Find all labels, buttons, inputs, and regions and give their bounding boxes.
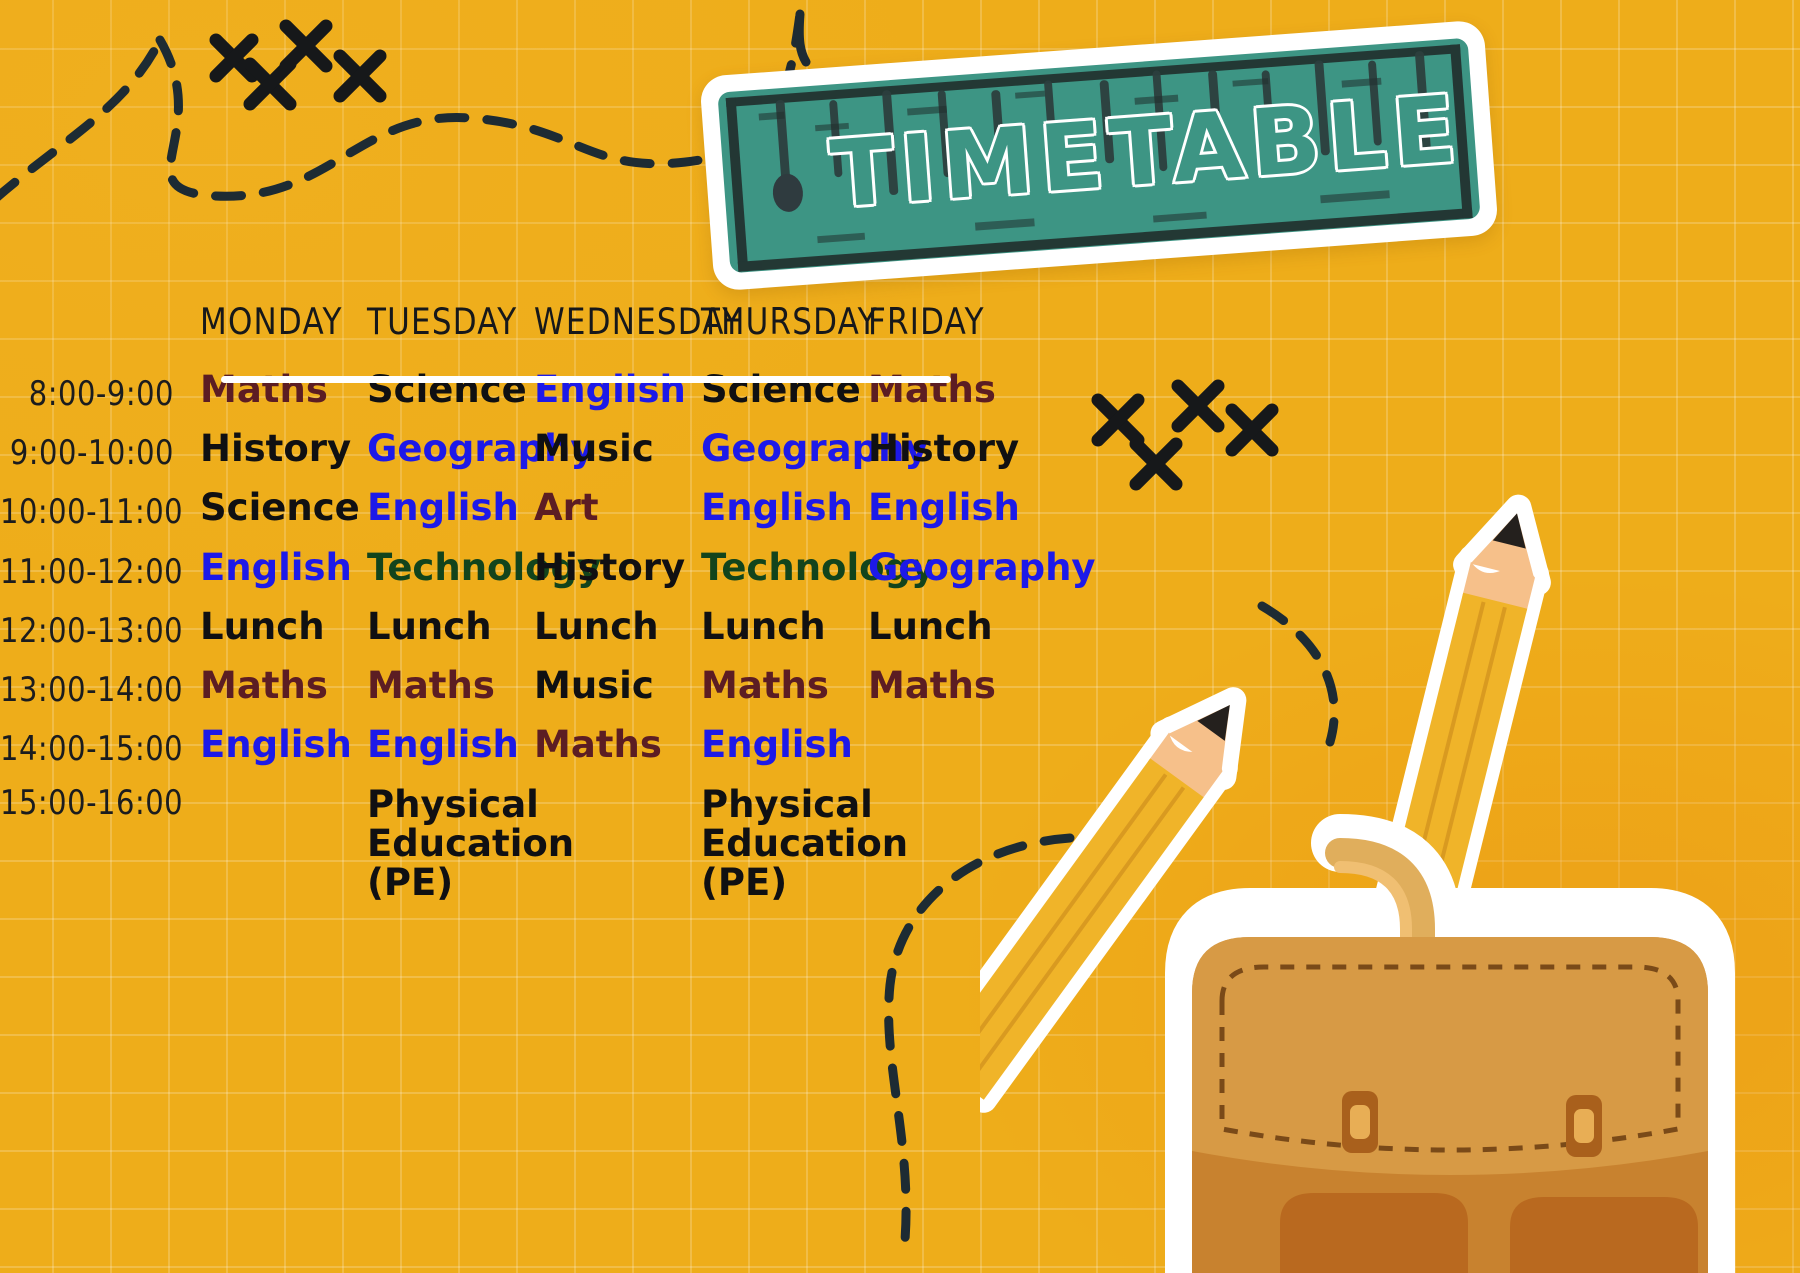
subject-cell-wednesday: English xyxy=(534,368,686,411)
subject-cell-wednesday: Music xyxy=(534,664,654,708)
subject-cell-tuesday: Physical Education (PE) xyxy=(367,782,575,904)
subject-cell-tuesday: Geography xyxy=(367,427,595,471)
subject-cell-tuesday: English xyxy=(367,486,519,530)
subject-cell-monday: Maths xyxy=(200,664,328,708)
table-row: 10:00-11:00 Science English Art English Engli… xyxy=(0,478,1035,537)
time-column-header xyxy=(0,301,200,360)
header-underline xyxy=(221,376,951,383)
subject-cell-thursday: Geography xyxy=(701,427,929,471)
subject-cell-thursday: Maths xyxy=(701,664,829,708)
subject-cell-tuesday: English xyxy=(367,723,519,767)
subject-cell-thursday: English xyxy=(701,486,853,530)
day-header-thursday: THURSDAY xyxy=(701,301,878,344)
table-row: 9:00-10:00 History Geography Music Geography… xyxy=(0,419,1035,478)
subject-cell-thursday: English xyxy=(701,723,853,767)
subject-cell-friday: Maths xyxy=(868,368,996,411)
subject-cell-wednesday: Maths xyxy=(534,723,662,767)
time-slot-label: 15:00-16:00 xyxy=(0,782,184,822)
timetable-table: MONDAY TUESDAY WEDNESDAY THURSDAY FRIDAY… xyxy=(0,301,1096,913)
time-slot-label: 10:00-11:00 xyxy=(0,492,184,532)
subject-cell-monday: English xyxy=(200,723,352,767)
subject-cell-thursday: Physical Education (PE) xyxy=(701,782,909,904)
subject-cell-wednesday: Music xyxy=(534,427,654,471)
subject-cell-tuesday: Science xyxy=(367,368,527,411)
subject-cell-monday: Lunch xyxy=(200,604,325,648)
table-row: 13:00-14:00 Maths Maths Music Maths Maths xyxy=(0,656,1035,715)
subject-cell-thursday: Lunch xyxy=(701,604,826,648)
day-header-friday: FRIDAY xyxy=(868,301,985,344)
subject-cell-tuesday: Lunch xyxy=(367,604,492,648)
subject-cell-friday: Maths xyxy=(868,664,996,708)
table-row: 8:00-9:00 Maths Science English Science Maths xyxy=(0,360,1035,419)
day-header-row: MONDAY TUESDAY WEDNESDAY THURSDAY FRIDAY xyxy=(0,301,1035,360)
subject-cell-tuesday: Technology xyxy=(367,545,602,589)
timetable-head: MONDAY TUESDAY WEDNESDAY THURSDAY FRIDAY xyxy=(0,301,1035,360)
subject-cell-thursday: Science xyxy=(701,368,861,411)
timetable-grid: MONDAY TUESDAY WEDNESDAY THURSDAY FRIDAY… xyxy=(0,301,1096,913)
subject-cell-wednesday: History xyxy=(534,545,686,589)
table-row: 12:00-13:00 Lunch Lunch Lunch Lunch Lunch xyxy=(0,597,1035,656)
subject-cell-monday: History xyxy=(200,427,352,471)
subject-cell-friday: Lunch xyxy=(868,604,993,648)
subject-cell-friday xyxy=(868,715,1035,774)
subject-cell-friday: History xyxy=(868,427,1020,471)
subject-cell-wednesday: Lunch xyxy=(534,604,659,648)
subject-cell-wednesday: Art xyxy=(534,486,599,530)
table-row: 15:00-16:00 Physical Education (PE) Physic… xyxy=(0,775,1035,913)
timetable-poster: TIMETABLE MONDAY TUESDAY WEDNESDAY THURS… xyxy=(0,0,1800,1273)
day-header-tuesday: TUESDAY xyxy=(367,301,518,344)
table-row: 11:00-12:00 English Technology History Techn… xyxy=(0,538,1096,597)
day-header-monday: MONDAY xyxy=(200,301,343,344)
subject-cell-friday: Geography xyxy=(868,545,1096,589)
subject-cell-thursday: Technology xyxy=(701,545,936,589)
day-header-wednesday: WEDNESDAY xyxy=(534,301,743,344)
subject-cell-monday: Maths xyxy=(200,368,328,411)
subject-cell-monday xyxy=(200,775,367,913)
subject-cell-monday: English xyxy=(200,545,352,589)
timetable-body: 8:00-9:00 Maths Science English Science Maths… xyxy=(0,360,1096,913)
subject-cell-tuesday: Maths xyxy=(367,664,495,708)
subject-cell-friday: English xyxy=(868,486,1020,530)
subject-cell-monday: Science xyxy=(200,486,360,530)
